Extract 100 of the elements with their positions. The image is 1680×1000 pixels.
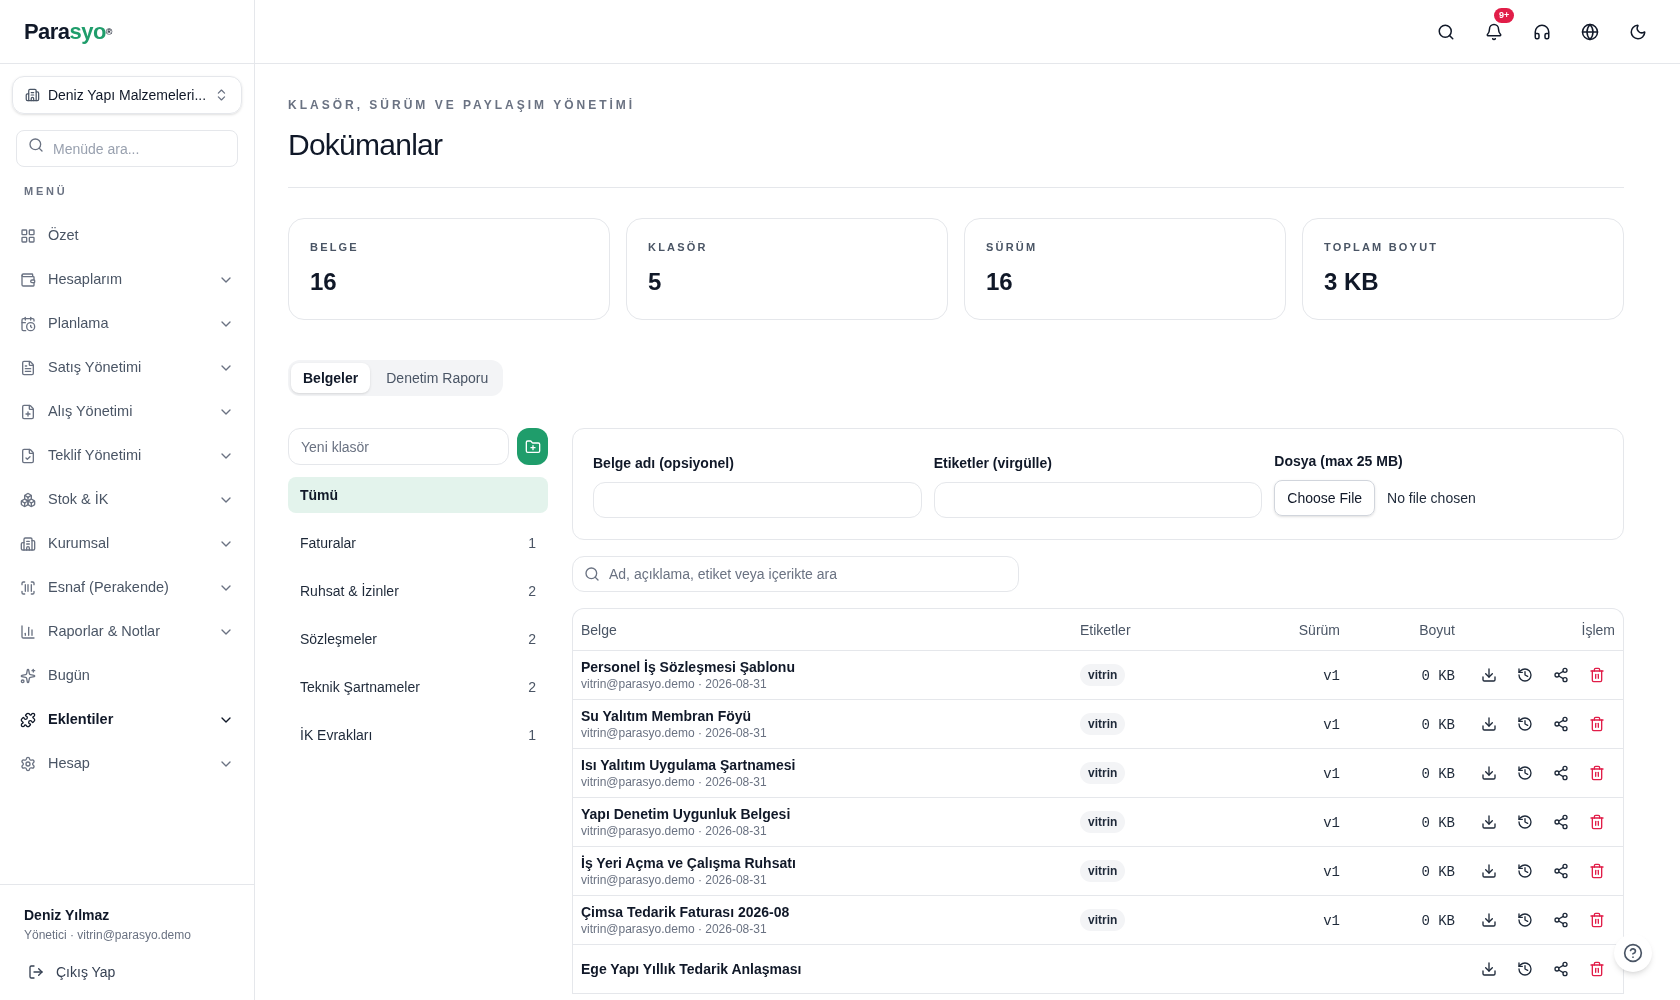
stat-label: KLASÖR [648, 240, 709, 255]
field-label: Dosya (max 25 MB) [1274, 452, 1404, 471]
trash-icon[interactable] [1589, 961, 1605, 977]
document-meta: vitrin@parasyo.demo · 2026-08-31 [581, 823, 768, 839]
document-name[interactable]: Ege Yapı Yıllık Tedarik Anlaşması [581, 960, 1080, 978]
puzzle-icon [20, 711, 36, 728]
search-icon [1437, 22, 1455, 41]
download-icon[interactable] [1481, 863, 1497, 879]
share-icon[interactable] [1553, 716, 1569, 732]
history-icon[interactable] [1517, 912, 1533, 928]
menu-item[interactable]: Hesaplarım [12, 257, 242, 302]
download-icon[interactable] [1481, 765, 1497, 781]
notification-badge: 9+ [1494, 7, 1515, 23]
tab[interactable]: Belgeler [291, 363, 371, 393]
stat-value: 3 KB [1324, 266, 1380, 297]
logout-icon [28, 964, 44, 980]
folder-item[interactable]: Ruhsat & İzinler 2 [288, 573, 548, 609]
brand-logo[interactable]: Parasyo$^{®}$ [24, 15, 112, 48]
trash-icon[interactable] [1589, 667, 1605, 683]
size-cell: 0 KB [1421, 717, 1455, 733]
history-icon[interactable] [1517, 961, 1533, 977]
download-icon[interactable] [1481, 716, 1497, 732]
search-icon [584, 566, 600, 582]
menu-item[interactable]: Özet [12, 213, 242, 258]
choose-file-button[interactable]: Choose File [1274, 480, 1376, 516]
folder-item[interactable]: İK Evrakları 1 [288, 717, 548, 753]
stat-label: SÜRÜM [986, 240, 1039, 255]
document-search-field[interactable]: Ad, açıklama, etiket veya içerikte ara [572, 556, 1019, 592]
history-icon[interactable] [1517, 716, 1533, 732]
menu-item[interactable]: Planlama [12, 301, 242, 346]
share-icon[interactable] [1553, 667, 1569, 683]
help-button[interactable] [1614, 934, 1652, 972]
document-name[interactable]: Su Yalıtım Membran Föyü [581, 707, 1080, 725]
logout-button[interactable]: Çıkış Yap [24, 956, 120, 988]
tab[interactable]: Denetim Raporu [374, 363, 501, 393]
folder-plus-icon [524, 438, 541, 455]
menu-item[interactable]: Bugün [12, 653, 242, 698]
document-check-icon [20, 447, 36, 464]
folder-item[interactable]: Faturalar 1 [288, 525, 548, 561]
history-icon[interactable] [1517, 667, 1533, 683]
download-icon[interactable] [1481, 912, 1497, 928]
share-icon[interactable] [1553, 814, 1569, 830]
menu-item[interactable]: Esnaf (Perakende) [12, 565, 242, 610]
version-cell: v1 [1323, 766, 1340, 782]
download-icon[interactable] [1481, 814, 1497, 830]
building-icon [25, 87, 40, 103]
document-name[interactable]: Çimsa Tedarik Faturası 2026-08 [581, 903, 1080, 921]
document-name[interactable]: Isı Yalıtım Uygulama Şartnamesi [581, 756, 1080, 774]
column-header: Etiketler [1080, 621, 1131, 638]
add-folder-button[interactable] [517, 428, 548, 465]
trash-icon[interactable] [1589, 863, 1605, 879]
download-icon[interactable] [1481, 961, 1497, 977]
menu-item[interactable]: Eklentiler [12, 697, 242, 742]
share-icon[interactable] [1553, 863, 1569, 879]
history-icon[interactable] [1517, 814, 1533, 830]
field-label: Belge adı (opsiyonel) [593, 454, 735, 473]
menu-item[interactable]: Alış Yönetimi [12, 389, 242, 434]
folder-item[interactable]: Teknik Şartnameler 2 [288, 669, 548, 705]
version-cell: v1 [1323, 913, 1340, 929]
tag: vitrin [1080, 909, 1126, 931]
new-folder-field[interactable]: Yeni klasör [288, 428, 509, 465]
menu-item[interactable]: Kurumsal [12, 521, 242, 566]
trash-icon[interactable] [1589, 814, 1605, 830]
version-cell: v1 [1323, 717, 1340, 733]
column-header: Boyut [1419, 621, 1455, 638]
folder-item[interactable]: Tümü [288, 477, 548, 513]
menu-item[interactable]: Raporlar & Notlar [12, 609, 242, 654]
calendar-icon [20, 315, 36, 332]
menu-item[interactable]: Teklif Yönetimi [12, 433, 242, 478]
document-name[interactable]: Personel İş Sözleşmesi Şablonu [581, 658, 1080, 676]
share-icon[interactable] [1553, 765, 1569, 781]
tag: vitrin [1080, 664, 1126, 686]
sparkle-icon [20, 667, 36, 684]
menu-item[interactable]: Hesap [12, 741, 242, 786]
document-name[interactable]: Yapı Denetim Uygunluk Belgesi [581, 805, 1080, 823]
trash-icon[interactable] [1589, 765, 1605, 781]
trash-icon[interactable] [1589, 716, 1605, 732]
field-label: Etiketler (virgülle) [933, 454, 1053, 473]
page-title: Dokümanlar [288, 127, 444, 163]
menu-search-field[interactable]: Menüde ara... [16, 130, 238, 167]
folder-item[interactable]: Sözleşmeler 2 [288, 621, 548, 657]
stat-value: 16 [310, 266, 338, 297]
trash-icon[interactable] [1589, 912, 1605, 928]
stat-label: TOPLAM BOYUT [1324, 240, 1440, 255]
text-field[interactable] [933, 482, 1263, 518]
menu-item[interactable]: Satış Yönetimi [12, 345, 242, 390]
company-selector[interactable]: Deniz Yapı Malzemeleri... [12, 76, 242, 114]
column-header: Belge [581, 621, 617, 638]
history-icon[interactable] [1517, 765, 1533, 781]
share-icon[interactable] [1553, 912, 1569, 928]
file-status: No file chosen [1387, 488, 1476, 508]
moon-icon [1629, 22, 1647, 41]
document-meta: vitrin@parasyo.demo · 2026-08-31 [581, 725, 768, 741]
download-icon[interactable] [1481, 667, 1497, 683]
building-icon [20, 535, 36, 552]
document-name[interactable]: İş Yeri Açma ve Çalışma Ruhsatı [581, 854, 1080, 872]
history-icon[interactable] [1517, 863, 1533, 879]
text-field[interactable] [593, 482, 922, 518]
share-icon[interactable] [1553, 961, 1569, 977]
menu-item[interactable]: Stok & İK [12, 477, 242, 522]
